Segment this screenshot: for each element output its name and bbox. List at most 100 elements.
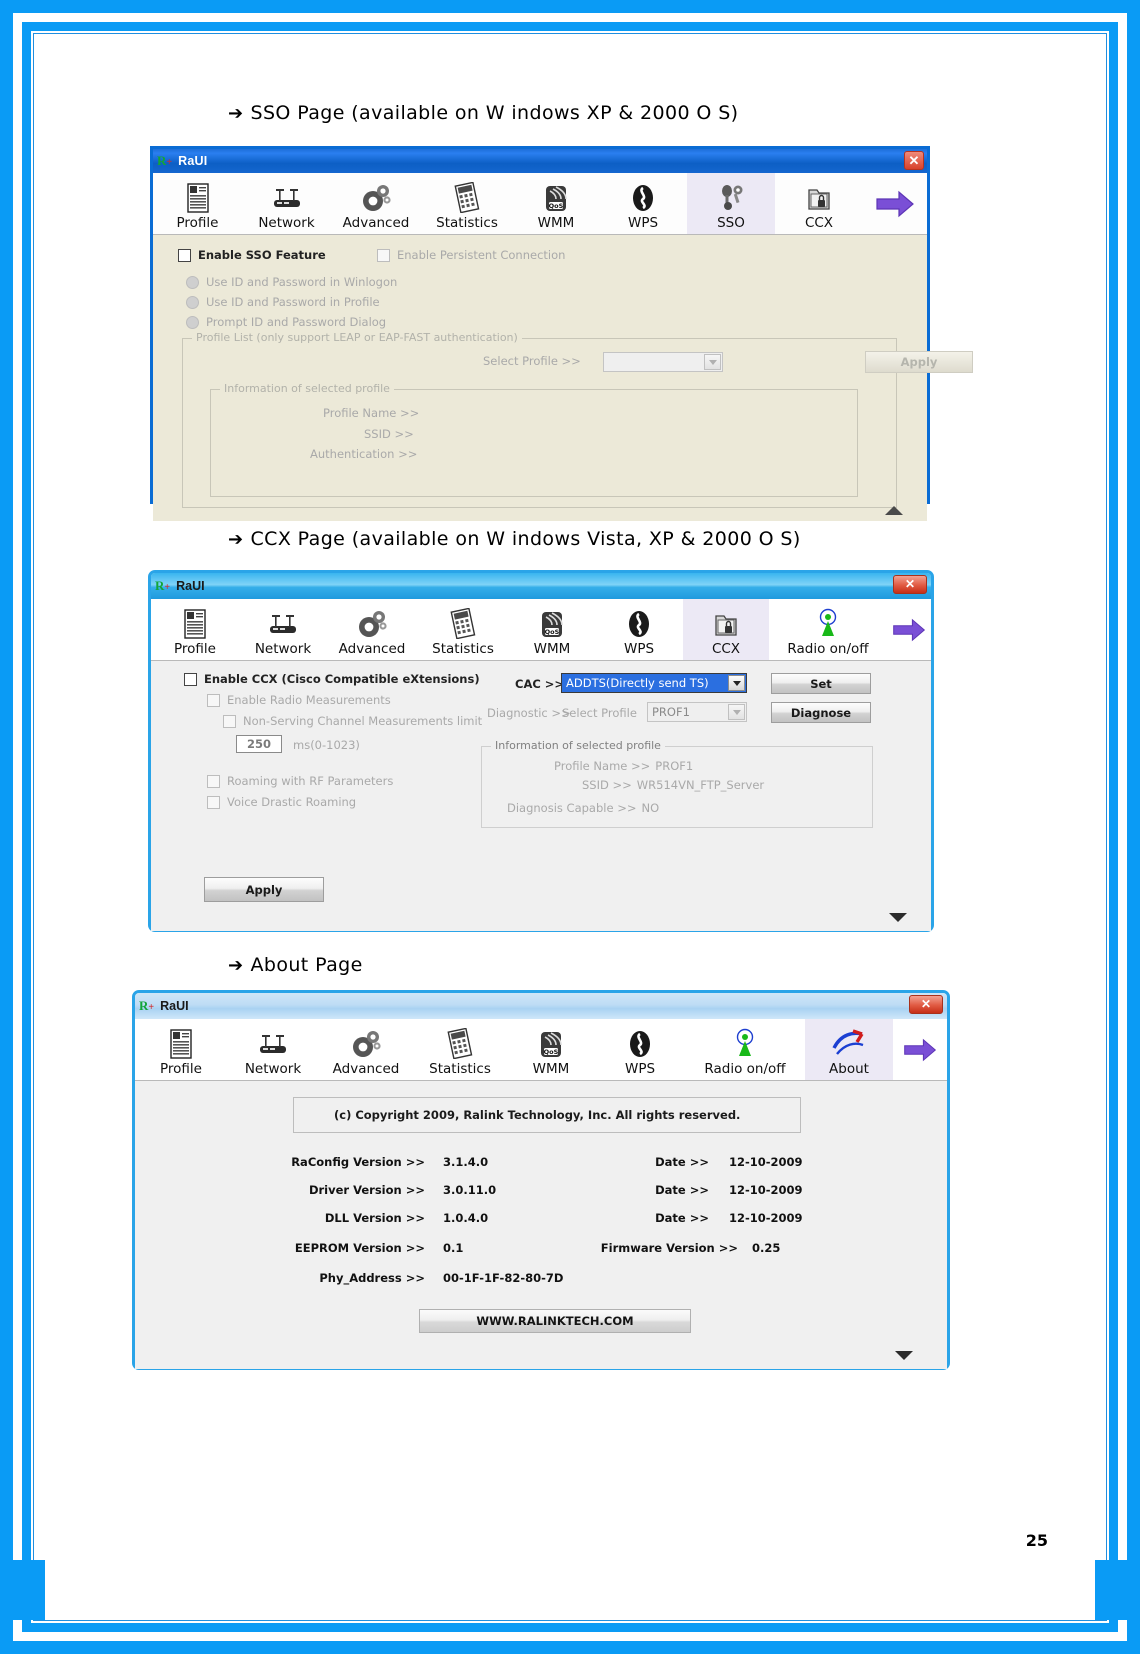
group-title: Information of selected profile (491, 739, 665, 752)
roaming-rf-checkbox (207, 774, 220, 788)
profile-icon (168, 1027, 194, 1059)
next-arrow-icon[interactable] (893, 1019, 947, 1080)
ralink-logo-icon: R+ (155, 578, 171, 593)
info-row-eeprom: EEPROM Version >> 0.1 Firmware Version >… (235, 1241, 781, 1255)
info-value: PROF1 (655, 759, 694, 773)
tab-label: WMM (532, 1061, 570, 1077)
enable-sso-checkbox[interactable] (178, 248, 191, 262)
tab-network[interactable]: Network (227, 1019, 319, 1080)
group-title: Information of selected profile (220, 382, 394, 395)
select-profile-dropdown[interactable] (603, 352, 723, 372)
tab-advanced[interactable]: Advanced (331, 173, 421, 234)
tab-radio-onoff[interactable]: Radio on/off (769, 599, 887, 660)
tab-statistics[interactable]: Statistics (417, 599, 509, 660)
svg-text:QoS: QoS (545, 628, 560, 636)
non-serving-limit-label: Non-Serving Channel Measurements limit (243, 714, 483, 728)
scroll-down-arrow-icon[interactable] (895, 1351, 913, 1360)
tab-ccx[interactable]: CCX (775, 173, 863, 234)
tab-advanced[interactable]: Advanced (319, 1019, 413, 1080)
chevron-down-icon[interactable] (704, 354, 721, 370)
tab-statistics[interactable]: Statistics (421, 173, 513, 234)
info-label: Driver Version >> (308, 1183, 425, 1197)
radio-label: Prompt ID and Password Dialog (206, 315, 387, 329)
network-icon (256, 1027, 290, 1059)
statistics-icon (452, 181, 482, 213)
info-label-2: Date >> (655, 1211, 709, 1225)
apply-button[interactable]: Apply (865, 351, 973, 373)
tab-network[interactable]: Network (239, 599, 327, 660)
voice-drastic-checkbox (207, 795, 220, 809)
tab-label: Statistics (436, 215, 498, 231)
radio-option-prompt: Prompt ID and Password Dialog (186, 315, 386, 329)
info-value-2: 12-10-2009 (729, 1211, 803, 1225)
tab-label: CCX (711, 641, 741, 657)
non-serving-limit-row: Non-Serving Channel Measurements limit (223, 714, 482, 728)
info-label: Diagnosis Capable >> (507, 801, 637, 815)
enable-sso-label: Enable SSO Feature (198, 248, 326, 262)
raui-window-ccx: R+ RaUI ✕ Profile Network Advanced Stati… (148, 570, 934, 932)
cac-dropdown[interactable]: ADDTS(Directly send TS) (561, 673, 747, 693)
chevron-down-icon[interactable] (728, 704, 745, 720)
statistics-icon (448, 607, 478, 639)
info-row: Diagnosis Capable >> NO (507, 801, 659, 815)
tab-network[interactable]: Network (242, 173, 331, 234)
window-title: RaUI (178, 154, 208, 168)
tab-ccx[interactable]: CCX (683, 599, 769, 660)
enable-persistent-label: Enable Persistent Connection (397, 248, 566, 262)
sso-panel: Enable SSO Feature Enable Persistent Con… (153, 235, 973, 521)
tab-sso[interactable]: SSO (687, 173, 775, 234)
enable-sso-row[interactable]: Enable SSO Feature (178, 248, 326, 262)
tab-label: Statistics (429, 1061, 491, 1077)
select-profile-dropdown[interactable]: PROF1 (647, 702, 747, 722)
ralink-logo-icon: R+ (157, 153, 173, 168)
tab-advanced[interactable]: Advanced (327, 599, 417, 660)
limit-value-input[interactable]: 250 (236, 735, 282, 753)
info-value: 3.1.4.0 (443, 1155, 489, 1169)
info-value-2: 0.25 (752, 1241, 781, 1255)
voice-drastic-label: Voice Drastic Roaming (227, 795, 357, 809)
next-arrow-icon[interactable] (887, 599, 931, 660)
tab-label: Advanced (338, 641, 406, 657)
close-button[interactable]: ✕ (893, 575, 927, 594)
radio-label: Use ID and Password in Profile (206, 295, 380, 309)
enable-ccx-row[interactable]: Enable CCX (Cisco Compatible eXtensions) (184, 672, 480, 686)
info-row: Profile Name >> (323, 406, 426, 420)
tab-wmm[interactable]: QoS WMM (509, 599, 595, 660)
next-arrow-icon[interactable] (863, 173, 927, 234)
tab-radio-onoff[interactable]: Radio on/off (685, 1019, 805, 1080)
info-row-phy-address: Phy_Address >> 00-1F-1F-82-80-7D (235, 1271, 563, 1285)
cac-value: ADDTS(Directly send TS) (566, 676, 709, 690)
tab-label: Radio on/off (704, 1061, 786, 1077)
apply-button[interactable]: Apply (204, 877, 324, 902)
chevron-down-icon[interactable] (728, 675, 745, 691)
tab-wps[interactable]: WPS (595, 599, 683, 660)
tab-wmm[interactable]: QoS WMM (513, 173, 599, 234)
info-label: Profile Name >> (323, 406, 420, 420)
tab-wps[interactable]: WPS (595, 1019, 685, 1080)
voice-drastic-row: Voice Drastic Roaming (207, 795, 356, 809)
close-button[interactable]: ✕ (909, 995, 943, 1014)
set-button[interactable]: Set (771, 673, 871, 694)
titlebar-sso: R+ RaUI ✕ (153, 149, 927, 173)
tab-wps[interactable]: WPS (599, 173, 687, 234)
info-row-raconfig: RaConfig Version >> 3.1.4.0 Date >> 12-1… (235, 1155, 802, 1169)
enable-ccx-checkbox[interactable] (184, 672, 197, 686)
info-row: Authentication >> (310, 447, 424, 461)
tab-profile[interactable]: Profile (153, 173, 242, 234)
tab-wmm[interactable]: QoS WMM (507, 1019, 595, 1080)
website-button[interactable]: WWW.RALINKTECH.COM (419, 1309, 691, 1333)
section-heading-sso: ➔ SSO Page (available on W indows XP & 20… (228, 102, 739, 124)
wps-icon (625, 607, 653, 639)
close-button[interactable]: ✕ (904, 151, 924, 170)
diagnose-button[interactable]: Diagnose (771, 702, 871, 723)
tab-about[interactable]: About (805, 1019, 893, 1080)
tab-profile[interactable]: Profile (151, 599, 239, 660)
tab-label: Advanced (342, 215, 410, 231)
titlebar-about: R+ RaUI ✕ (135, 993, 947, 1019)
tab-statistics[interactable]: Statistics (413, 1019, 507, 1080)
tab-label: WPS (624, 1061, 656, 1077)
tab-profile[interactable]: Profile (135, 1019, 227, 1080)
scroll-down-arrow-icon[interactable] (889, 913, 907, 922)
scroll-up-arrow-icon[interactable] (885, 506, 903, 515)
wmm-qos-icon: QoS (536, 1027, 566, 1059)
